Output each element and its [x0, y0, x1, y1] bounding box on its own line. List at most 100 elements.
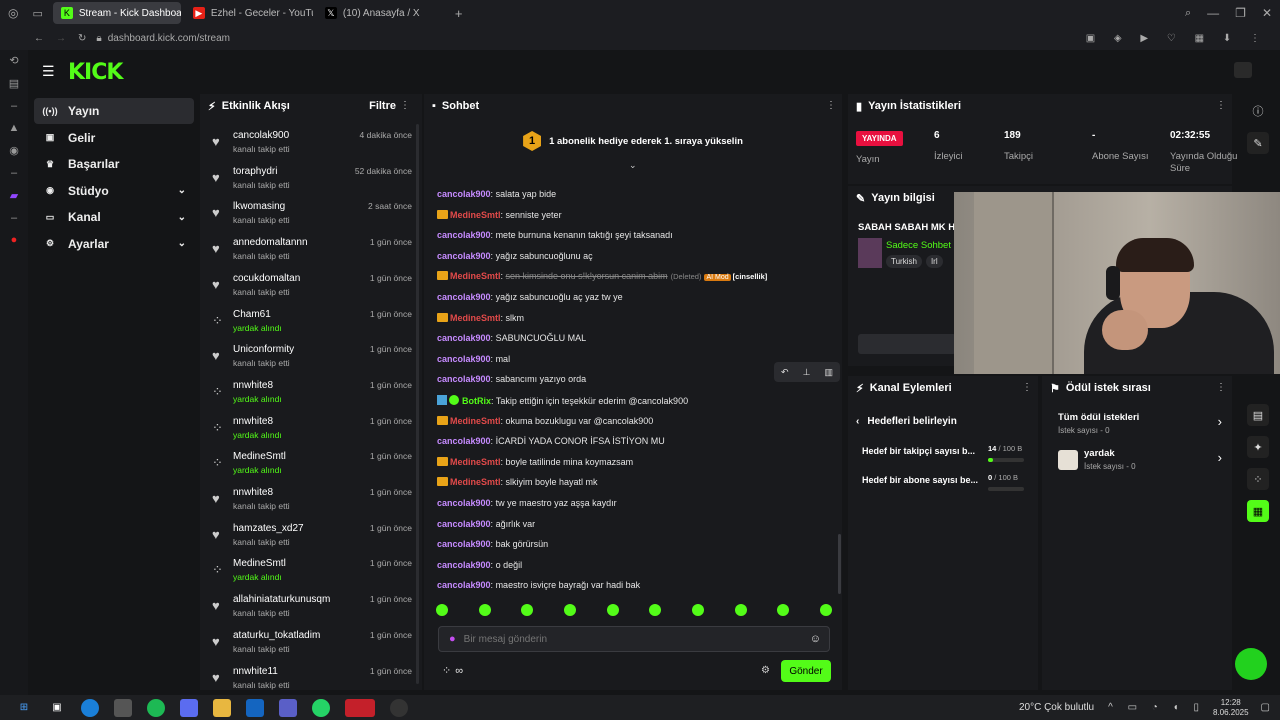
more-options-icon[interactable]: ⋮ [826, 100, 836, 111]
tag-chip[interactable]: Turkish [886, 255, 922, 268]
spotify-icon[interactable] [147, 698, 165, 717]
history-icon[interactable]: ⟲ [9, 54, 18, 67]
goal-item[interactable]: Hedef bir abone sayısı be... 0 / 100 B [862, 473, 1032, 497]
teams-icon[interactable] [279, 698, 297, 717]
chat-message[interactable]: MedineSmtl: boyle tatilinde mina koymazs… [437, 456, 633, 467]
sidebar-item-3[interactable]: ◉ Stüdyo ⌄ [34, 178, 194, 204]
category-link[interactable]: Sadece Sohbet [886, 240, 951, 251]
emoji-icon[interactable]: ☺ [810, 633, 821, 645]
activity-item[interactable]: ⁘ nnwhite8 yardak alındı 1 gün önce [210, 378, 414, 414]
chat-username[interactable]: cancolak900 [437, 374, 491, 384]
back-icon[interactable]: ← [34, 33, 44, 44]
chat-username[interactable]: cancolak900 [437, 251, 491, 261]
emote-icon[interactable] [521, 604, 534, 616]
activity-item[interactable]: ♥ nnwhite8 kanalı takip etti 1 gün önce [210, 485, 414, 521]
chat-message[interactable]: cancolak900: yağız sabuncuoğlunu aç [437, 251, 593, 261]
sidebar-item-5[interactable]: ⚙ Ayarlar ⌄ [34, 231, 194, 257]
chat-username[interactable]: cancolak900 [437, 292, 491, 302]
chat-username[interactable]: MedineSmtl [450, 416, 501, 426]
chat-input-box[interactable]: ● ☺ [438, 626, 830, 652]
hamburger-menu-icon[interactable]: ☰ [42, 63, 55, 80]
chat-message[interactable]: cancolak900: İCARDİ YADA CONOR İFSA İSTİ… [437, 436, 665, 446]
more-options-icon[interactable]: ⋮ [400, 100, 410, 111]
sidebar-item-0[interactable]: ((•)) Yayın [34, 98, 194, 124]
youtube-music-icon[interactable]: ● [11, 234, 18, 246]
edge-icon[interactable] [81, 698, 99, 717]
chat-username[interactable]: MedineSmtl [450, 457, 501, 467]
chat-popout-icon[interactable]: ▤ [1247, 404, 1269, 426]
share-icon[interactable]: ⁘ [1247, 468, 1269, 490]
store-icon[interactable] [114, 698, 132, 717]
forward-icon[interactable]: → [56, 33, 66, 44]
activity-item[interactable]: ♥ toraphydri kanalı takip etti 52 dakika ön… [210, 164, 414, 200]
folder-icon[interactable] [213, 698, 231, 717]
sidebar-item-4[interactable]: ▭ Kanal ⌄ [34, 204, 194, 230]
activity-item[interactable]: ♥ lkwomasing kanalı takip etti 2 saat önce [210, 199, 414, 235]
activity-item[interactable]: ♥ cancolak900 kanalı takip etti 4 dakika ön… [210, 128, 414, 164]
chat-message[interactable]: cancolak900: yağız sabuncuoğlu aç yaz tw… [437, 292, 623, 302]
activity-item[interactable]: ⁘ nnwhite8 yardak alındı 1 gün önce [210, 414, 414, 450]
chat-message[interactable]: MedineSmtl: slkm [437, 312, 524, 323]
reload-icon[interactable]: ↻ [78, 33, 86, 44]
chat-username[interactable]: MedineSmtl [450, 313, 501, 323]
notification-icon[interactable]: ▢ [1261, 702, 1270, 713]
browser-menu-icon[interactable]: ◎ [8, 6, 18, 20]
activity-item[interactable]: ♥ cocukdomaltan kanalı takip etti 1 gün önc… [210, 271, 414, 307]
mic-icon[interactable]: ● [449, 633, 456, 645]
more-options-icon[interactable]: ⋮ [1216, 100, 1226, 111]
browser-tab[interactable]: K Stream - Kick Dashboard [52, 2, 181, 24]
start-icon[interactable]: ⊞ [15, 699, 33, 717]
send-button[interactable]: Gönder [781, 660, 831, 682]
clock[interactable]: 12:28 8.06.2025 [1213, 698, 1249, 718]
aria-icon[interactable]: ▲ [9, 122, 20, 134]
tray-icons[interactable]: ^ ▭ ◔ ◖ ▯ [1108, 702, 1205, 713]
emote-icon[interactable] [777, 604, 790, 616]
floating-action-button[interactable] [1235, 648, 1267, 680]
obs-icon[interactable] [390, 698, 408, 717]
chat-username[interactable]: cancolak900 [437, 189, 491, 199]
edit-button[interactable] [858, 334, 956, 354]
chat-message[interactable]: cancolak900: SABUNCUOĞLU MAL [437, 333, 586, 343]
chat-message[interactable]: BotRix: Takip ettiğin için teşekkür eder… [437, 395, 688, 406]
chat-input[interactable] [463, 633, 794, 645]
emote-icon[interactable] [606, 604, 619, 616]
minimize-icon[interactable]: — [1207, 6, 1219, 20]
chat-username[interactable]: cancolak900 [437, 230, 491, 240]
emote-icon[interactable] [819, 604, 832, 616]
wrench-icon[interactable]: ✦ [1247, 436, 1269, 458]
channel-points[interactable]: ⁘ ∞ [442, 664, 463, 678]
outlook-icon[interactable] [246, 698, 264, 717]
speed-dial-icon[interactable]: ▤ [9, 77, 19, 90]
url-field[interactable]: dashboard.kick.com/stream [108, 33, 230, 44]
chevron-down-icon[interactable]: ⌄ [629, 160, 637, 171]
chat-message[interactable]: cancolak900: maestro isviçre bayrağı var… [437, 580, 640, 590]
restore-icon[interactable]: ❐ [1235, 6, 1246, 20]
chat-username[interactable]: cancolak900 [437, 436, 491, 446]
activity-item[interactable]: ⁘ MedineSmtl yardak alındı 1 gün önce [210, 556, 414, 592]
more-options-icon[interactable]: ⋮ [1022, 382, 1032, 393]
chat-message[interactable]: cancolak900: sabancımı yazıyo orda [437, 374, 586, 384]
trash-icon[interactable]: ▥ [824, 367, 833, 378]
chat-message[interactable]: cancolak900: tw ye maestro yaz aşşa kayd… [437, 498, 617, 508]
chat-username[interactable]: MedineSmtl [450, 477, 501, 487]
activity-item[interactable]: ⁘ MedineSmtl yardak alındı 1 gün önce [210, 449, 414, 485]
chat-message[interactable]: cancolak900: mal [437, 354, 510, 364]
activity-item[interactable]: ♥ Uniconformity kanalı takip etti 1 gün önc… [210, 342, 414, 378]
browser-tab[interactable]: ▶ Ezhel - Geceler - YouTube [185, 2, 313, 24]
browser-tab[interactable]: 𝕏 (10) Anasayfa / X [317, 2, 445, 24]
reward-item[interactable]: yardak İstek sayısı - 0 › [1056, 446, 1222, 476]
chat-username[interactable]: MedineSmtl [450, 210, 501, 220]
chat-username[interactable]: BotRix [462, 396, 491, 406]
activity-item[interactable]: ♥ annedomaltannn kanalı takip etti 1 gün ön… [210, 235, 414, 271]
chat-message[interactable]: MedineSmtl: senniste yeter [437, 209, 562, 220]
filter-button[interactable]: Filtre [369, 100, 396, 112]
emote-icon[interactable] [436, 604, 448, 616]
activity-item[interactable]: ♥ allahiniataturkunusqm kanalı takip etti 1… [210, 592, 414, 628]
sidebar-item-1[interactable]: ▣ Gelir [34, 125, 194, 151]
chat-message[interactable]: cancolak900: salata yap bide [437, 189, 556, 199]
activity-item[interactable]: ⁘ Cham61 yardak alındı 1 gün önce [210, 307, 414, 343]
chat-message[interactable]: MedineSmtl: slkiyim boyle hayatl mk [437, 477, 598, 487]
chat-scrollbar[interactable] [838, 534, 841, 594]
chat-username[interactable]: cancolak900 [437, 519, 491, 529]
chat-message[interactable]: cancolak900: ağırlık var [437, 519, 535, 529]
